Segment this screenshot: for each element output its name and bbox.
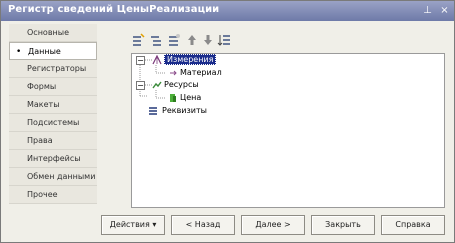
help-button[interactable]: Справка	[381, 215, 445, 235]
active-bullet-icon: •	[16, 47, 22, 57]
sidebar-item-templates[interactable]: Макеты	[9, 96, 97, 114]
dimension-item-icon	[168, 68, 178, 78]
tree-node-price[interactable]: Цена	[180, 92, 201, 104]
tree-node-label: Измерения	[164, 54, 217, 65]
sidebar-item-label: Подсистемы	[27, 118, 80, 127]
dimensions-icon	[152, 54, 162, 65]
sidebar-item-label: Регистраторы	[27, 64, 87, 73]
tree-node-label: Материал	[180, 68, 222, 77]
sidebar-item-main[interactable]: Основные	[9, 24, 97, 42]
attributes-icon	[148, 106, 158, 116]
dropdown-arrow-icon: ▾	[152, 220, 157, 229]
actions-button[interactable]: Действия ▾	[101, 215, 165, 235]
move-down-icon[interactable]	[201, 33, 215, 47]
edit-icon[interactable]	[167, 33, 181, 47]
sidebar-item-label: Прочее	[27, 190, 58, 199]
add-icon[interactable]	[131, 33, 145, 47]
back-button[interactable]: < Назад	[171, 215, 235, 235]
sidebar-item-data[interactable]: • Данные	[9, 42, 97, 60]
close-icon[interactable]: ×	[438, 4, 451, 17]
sidebar-item-label: Обмен данными	[27, 172, 96, 181]
sidebar-item-registrators[interactable]: Регистраторы	[9, 60, 97, 78]
sidebar-item-rights[interactable]: Права	[9, 132, 97, 150]
dialog-window: Регистр сведений ЦеныРеализации ⊥ × Осно…	[0, 0, 455, 243]
move-up-icon[interactable]	[185, 33, 199, 47]
tree-node-dimensions[interactable]: Измерения	[164, 54, 217, 66]
next-button[interactable]: Далее >	[241, 215, 305, 235]
title-bar: Регистр сведений ЦеныРеализации ⊥ ×	[1, 1, 454, 21]
sidebar-item-label: Интерфейсы	[27, 154, 81, 163]
tree-node-resources[interactable]: Ресурсы	[164, 79, 199, 91]
sidebar-item-other[interactable]: Прочее	[9, 186, 97, 204]
pin-icon[interactable]: ⊥	[421, 4, 434, 17]
resources-icon	[152, 80, 162, 90]
button-bar: Действия ▾ < Назад Далее > Закрыть Справ…	[1, 209, 454, 243]
tree-node-label: Ресурсы	[164, 80, 199, 89]
collapse-resources-icon[interactable]: −	[136, 81, 145, 90]
sidebar-item-data-exchange[interactable]: Обмен данными	[9, 168, 97, 186]
sidebar-item-label: Макеты	[27, 100, 60, 109]
sidebar-item-label: Формы	[27, 82, 57, 91]
window-title: Регистр сведений ЦеныРеализации	[8, 4, 220, 15]
sidebar: Основные • Данные Регистраторы Формы Мак…	[9, 24, 97, 204]
structure-tree[interactable]: − Измерения Материал − Ресурсы Цена Рекв…	[131, 53, 445, 208]
sidebar-item-label: Основные	[27, 28, 70, 37]
sidebar-item-label: Права	[27, 136, 53, 145]
tree-node-label: Цена	[180, 93, 202, 102]
tree-lines	[139, 59, 166, 99]
tree-node-attributes[interactable]: Реквизиты	[162, 105, 207, 117]
add-child-icon[interactable]	[149, 33, 163, 47]
close-button[interactable]: Закрыть	[311, 215, 375, 235]
sidebar-item-interfaces[interactable]: Интерфейсы	[9, 150, 97, 168]
sidebar-item-label: Данные	[28, 47, 61, 56]
tree-node-label: Реквизиты	[162, 106, 207, 115]
data-panel: − Измерения Материал − Ресурсы Цена Рекв…	[103, 24, 445, 208]
sidebar-item-subsystems[interactable]: Подсистемы	[9, 114, 97, 132]
resource-item-icon	[168, 93, 178, 103]
collapse-dimensions-icon[interactable]: −	[136, 56, 145, 65]
sort-icon[interactable]	[217, 33, 231, 47]
sidebar-item-forms[interactable]: Формы	[9, 78, 97, 96]
actions-button-label: Действия	[109, 220, 150, 229]
tree-node-material[interactable]: Материал	[180, 67, 222, 79]
